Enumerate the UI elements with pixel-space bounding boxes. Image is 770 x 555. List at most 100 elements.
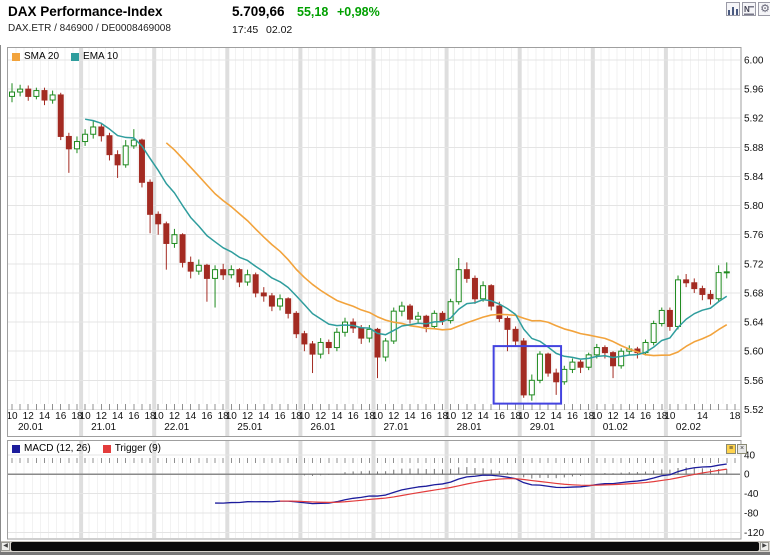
time-axis-label: 14: [39, 411, 51, 422]
time-axis-label: 10: [591, 411, 603, 422]
candle-body: [455, 269, 462, 303]
price-legend: SMA 20 EMA 10: [12, 51, 118, 62]
candle-body: [49, 94, 56, 101]
scroll-right-button[interactable]: ▶: [760, 542, 769, 551]
candle-body: [65, 135, 72, 150]
scroll-left-button[interactable]: ◀: [1, 542, 10, 551]
candle-body: [707, 293, 714, 300]
time-axis-label: 18: [729, 411, 741, 422]
trigger-legend-label: Trigger (9): [114, 443, 161, 454]
time-axis-label: 12: [315, 411, 327, 422]
gear-glyph: ⚙: [760, 3, 770, 15]
time-axis-label: 10: [664, 411, 676, 422]
candle-body: [57, 94, 64, 137]
candle-body: [650, 323, 657, 343]
time-axis-label: 10: [299, 411, 311, 422]
candle-body: [512, 328, 519, 342]
instrument-identifiers: DAX.ETR / 846900 / DE0008469008: [8, 23, 171, 34]
candle-body: [666, 309, 673, 327]
time-axis-label: 10: [518, 411, 530, 422]
candle-body: [683, 279, 690, 284]
day-separator: [152, 48, 157, 436]
bar-chart-icon[interactable]: [726, 2, 740, 16]
candle-body: [415, 315, 422, 320]
candle-body: [406, 305, 413, 320]
macd-close-button[interactable]: ×: [737, 444, 747, 454]
time-axis-label: 14: [185, 411, 197, 422]
candle-body: [585, 354, 592, 368]
instrument-title: DAX Performance-Index: [8, 4, 163, 19]
bar-chart-glyph: [728, 7, 738, 15]
day-separator: [517, 441, 522, 538]
candle-body: [358, 327, 365, 339]
candle-body: [520, 340, 527, 396]
candle-body: [342, 321, 349, 333]
candle-body: [528, 379, 535, 396]
price-axis-label: 5.52: [744, 405, 764, 416]
quote-time: 17:45: [232, 24, 259, 36]
time-axis-label: 10: [80, 411, 92, 422]
day-separator: [444, 48, 449, 436]
time-axis-label: 12: [96, 411, 108, 422]
window-left-edge: [0, 45, 1, 552]
last-price: 5.709,66: [232, 4, 285, 19]
candle-body: [90, 126, 97, 135]
candle-body: [325, 341, 332, 349]
candle-body: [561, 368, 568, 383]
candle-body: [439, 312, 446, 322]
price-axis-label: 5.76: [744, 230, 764, 241]
time-axis-label: 16: [421, 411, 433, 422]
price-axis-label: 5.84: [744, 172, 764, 183]
change-absolute: 55,18: [297, 5, 329, 19]
macd-properties-button[interactable]: ≡: [726, 444, 736, 454]
time-axis-label: 10: [226, 411, 238, 422]
candle-body: [252, 274, 259, 294]
candle-body: [98, 126, 105, 137]
day-separator: [371, 48, 376, 436]
time-axis-label: 16: [348, 411, 360, 422]
time-axis-label: 12: [169, 411, 181, 422]
sma-legend-label: SMA 20: [24, 51, 60, 62]
price-axis-label: 5.88: [744, 143, 764, 154]
candle-body: [675, 279, 682, 327]
candle-body: [463, 269, 470, 279]
ema-legend-label: EMA 10: [83, 51, 119, 62]
settings-icon[interactable]: ⚙: [758, 2, 770, 16]
time-axis-label: 14: [478, 411, 490, 422]
candle-body: [691, 282, 698, 290]
time-axis-label: 10: [6, 411, 18, 422]
candle-body: [187, 261, 194, 272]
candle-body: [699, 288, 706, 295]
day-separator: [590, 441, 595, 538]
candle-body: [244, 274, 251, 283]
time-axis-label: 10: [153, 411, 165, 422]
price-axis-label: 5.96: [744, 85, 764, 96]
time-axis-label: 10: [372, 411, 384, 422]
candle-body: [601, 347, 608, 354]
time-axis-label: 14: [258, 411, 270, 422]
candle-body: [317, 341, 324, 355]
candle-body: [536, 353, 543, 381]
candle-body: [171, 234, 178, 244]
news-icon[interactable]: N: [742, 2, 756, 16]
candle-body: [122, 145, 129, 166]
trigger-swatch: [102, 444, 111, 453]
time-axis-label: 10: [445, 411, 457, 422]
time-axis-label: 14: [331, 411, 343, 422]
candle-body: [228, 269, 235, 276]
candle-body: [130, 139, 137, 147]
chart-canvas[interactable]: 6.00 5.96 5.92 5.88 5.84 5.80 5.76 5.72 5.68 5.64…: [0, 0, 770, 555]
day-separator: [79, 441, 84, 538]
candle-body: [236, 269, 243, 283]
candle-body: [260, 292, 267, 297]
time-axis-label: 12: [23, 411, 35, 422]
time-axis-label: 12: [607, 411, 619, 422]
price-axis-label: 6.00: [744, 56, 764, 67]
price-axis-label: 5.92: [744, 114, 764, 125]
time-axis-label: 16: [55, 411, 67, 422]
time-axis-label: 16: [567, 411, 579, 422]
scrollbar-thumb[interactable]: [11, 542, 759, 551]
macd-axis-label: 0: [744, 470, 750, 481]
day-separator: [298, 48, 303, 436]
candle-body: [333, 331, 340, 349]
